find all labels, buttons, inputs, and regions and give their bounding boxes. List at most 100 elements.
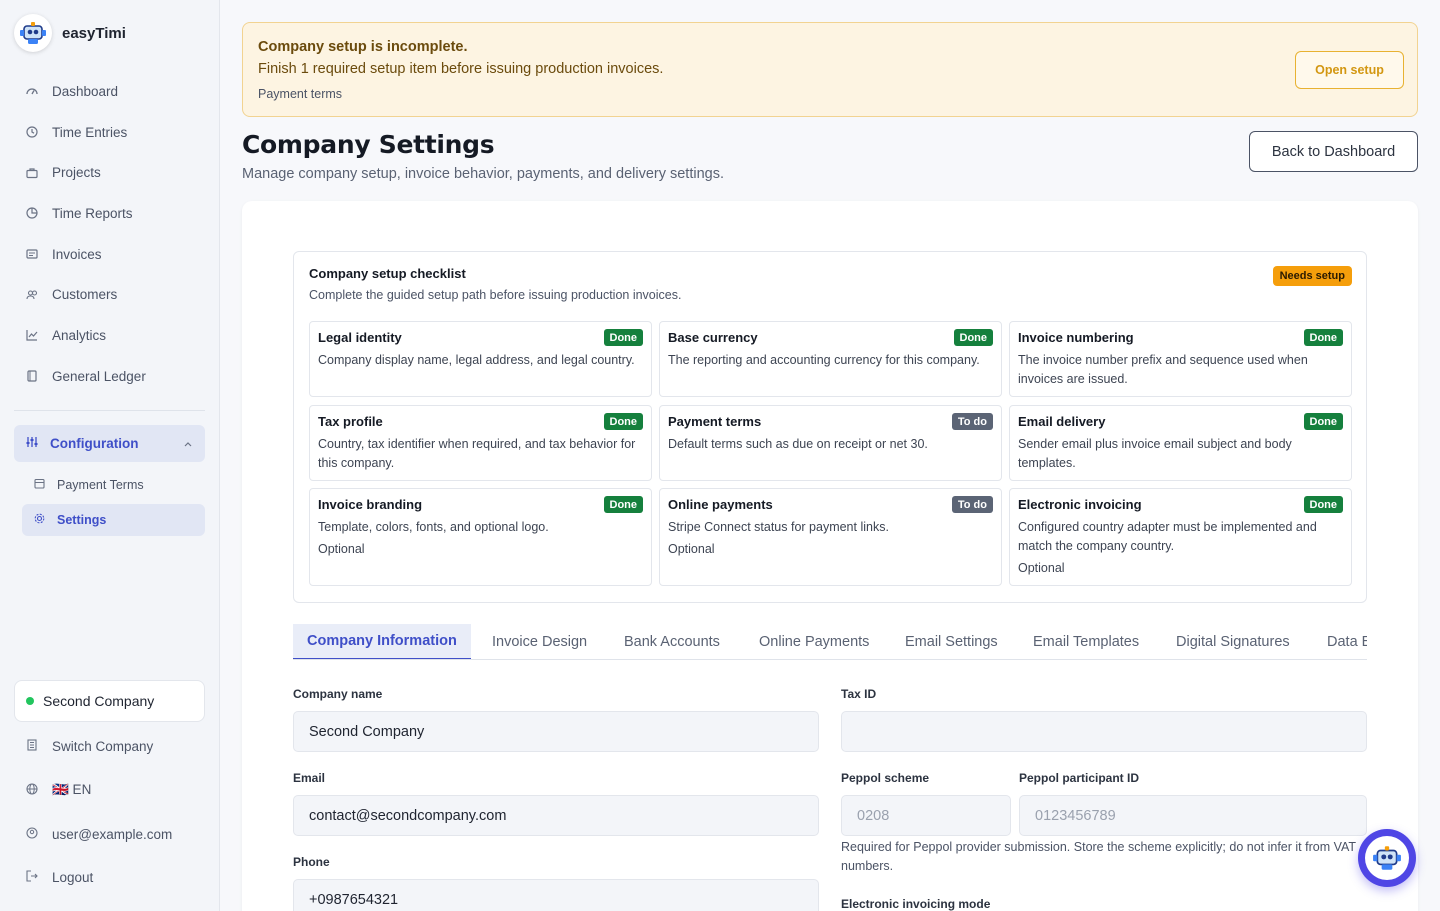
- globe-icon: [26, 782, 38, 798]
- briefcase-icon: [26, 167, 38, 179]
- logout-icon: [26, 869, 38, 885]
- company-name: Second Company: [43, 693, 155, 709]
- einvoicing-mode-label: Electronic invoicing mode: [841, 897, 991, 911]
- item-title: Invoice numbering: [1018, 330, 1134, 345]
- item-description: The reporting and accounting currency fo…: [668, 353, 980, 367]
- item-description: The invoice number prefix and sequence u…: [1018, 353, 1308, 386]
- banner-text: Finish 1 required setup item before issu…: [258, 61, 664, 77]
- peppol-participant-id-label: Peppol participant ID: [1019, 771, 1140, 785]
- item-title: Payment terms: [668, 414, 762, 429]
- status-badge: Done: [953, 329, 993, 346]
- logout-button[interactable]: Logout: [14, 859, 205, 895]
- language-label: 🇬🇧 EN: [52, 782, 92, 797]
- chart-line-icon: [26, 329, 38, 342]
- tab-email-settings[interactable]: Email Settings: [905, 624, 998, 659]
- tab-digital-signatures[interactable]: Digital Signatures: [1176, 624, 1290, 659]
- tab-bank-accounts[interactable]: Bank Accounts: [624, 624, 720, 659]
- switch-company-button[interactable]: Switch Company: [14, 728, 205, 764]
- settings-tabs: Company Information Invoice Design Bank …: [293, 624, 1367, 660]
- item-title: Base currency: [668, 330, 758, 345]
- sidebar-item-time-entries[interactable]: Time Entries: [14, 112, 205, 153]
- language-selector[interactable]: 🇬🇧 EN: [14, 772, 205, 808]
- gear-icon: [34, 513, 45, 527]
- sidebar-item-label: Projects: [52, 165, 101, 181]
- book-icon: [26, 370, 38, 382]
- sidebar-item-settings[interactable]: Settings: [22, 504, 205, 536]
- checklist-subtitle: Complete the guided setup path before is…: [309, 288, 682, 302]
- sidebar-item-configuration[interactable]: Configuration: [14, 425, 205, 462]
- checklist-item-invoice-branding[interactable]: Invoice branding Done Template, colors, …: [309, 488, 652, 586]
- sidebar-item-payment-terms[interactable]: Payment Terms: [22, 469, 205, 501]
- sidebar-item-label: Time Entries: [52, 124, 128, 140]
- assistant-button[interactable]: [1358, 829, 1416, 887]
- optional-label: Optional: [668, 542, 715, 556]
- item-description: Default terms such as due on receipt or …: [668, 437, 928, 451]
- peppol-participant-id-input[interactable]: 0123456789: [1019, 795, 1367, 836]
- item-title: Legal identity: [318, 330, 402, 345]
- switch-company-label: Switch Company: [52, 738, 154, 754]
- email-input[interactable]: contact@secondcompany.com: [293, 795, 819, 836]
- company-name-label: Company name: [293, 687, 383, 701]
- open-setup-button[interactable]: Open setup: [1295, 51, 1404, 89]
- tab-email-templates[interactable]: Email Templates: [1033, 624, 1139, 659]
- sliders-icon: [26, 436, 38, 451]
- status-dot: [26, 697, 34, 705]
- sidebar-item-general-ledger[interactable]: General Ledger: [14, 356, 205, 397]
- sidebar-item-time-reports[interactable]: Time Reports: [14, 193, 205, 234]
- status-badge: Done: [1303, 413, 1343, 430]
- logout-label: Logout: [52, 869, 94, 885]
- checklist-item-email-delivery[interactable]: Email delivery Done Sender email plus in…: [1009, 405, 1352, 481]
- current-company[interactable]: Second Company: [14, 680, 205, 722]
- phone-input[interactable]: +0987654321: [293, 879, 819, 911]
- invoice-icon: [26, 248, 38, 260]
- status-badge: Done: [603, 496, 643, 513]
- chevron-up-icon: [183, 437, 193, 452]
- status-badge: Needs setup: [1272, 266, 1352, 286]
- sidebar-item-label: Dashboard: [52, 83, 119, 99]
- user-circle-icon: [26, 826, 38, 842]
- checklist-item-invoice-numbering[interactable]: Invoice numbering Done The invoice numbe…: [1009, 321, 1352, 397]
- sidebar-item-customers[interactable]: Customers: [14, 274, 205, 315]
- item-title: Invoice branding: [318, 497, 423, 512]
- sidebar-item-label: Customers: [52, 287, 118, 303]
- nav-divider: [14, 410, 205, 411]
- page-title: Company Settings: [242, 130, 495, 159]
- tab-invoice-design[interactable]: Invoice Design: [492, 624, 587, 659]
- setup-checklist: Company setup checklist Complete the gui…: [293, 251, 1367, 603]
- checklist-item-tax-profile[interactable]: Tax profile Done Country, tax identifier…: [309, 405, 652, 481]
- peppol-scheme-label: Peppol scheme: [841, 771, 930, 785]
- sidebar-item-analytics[interactable]: Analytics: [14, 315, 205, 356]
- pie-chart-icon: [26, 207, 38, 220]
- checklist-item-online-payments[interactable]: Online payments To do Stripe Connect sta…: [659, 488, 1002, 586]
- tab-online-payments[interactable]: Online Payments: [759, 624, 869, 659]
- tab-data-export[interactable]: Data Export: [1327, 624, 1367, 659]
- checklist-item-legal-identity[interactable]: Legal identity Done Company display name…: [309, 321, 652, 397]
- sidebar-item-label: Invoices: [52, 246, 102, 262]
- status-badge: To do: [951, 496, 993, 513]
- sidebar-item-projects[interactable]: Projects: [14, 152, 205, 193]
- phone-label: Phone: [293, 855, 330, 869]
- checklist-item-electronic-invoicing[interactable]: Electronic invoicing Done Configured cou…: [1009, 488, 1352, 586]
- tab-company-information[interactable]: Company Information: [293, 624, 471, 659]
- peppol-scheme-input[interactable]: 0208: [841, 795, 1011, 836]
- sidebar-item-label: Time Reports: [52, 205, 133, 221]
- dashboard-icon: [26, 85, 38, 97]
- item-title: Tax profile: [318, 414, 383, 429]
- item-description: Stripe Connect status for payment links.: [668, 520, 889, 534]
- status-badge: Done: [603, 329, 643, 346]
- tax-id-input[interactable]: [841, 711, 1367, 752]
- page-subtitle: Manage company setup, invoice behavior, …: [242, 166, 724, 182]
- back-to-dashboard-button[interactable]: Back to Dashboard: [1249, 131, 1418, 172]
- sidebar-item-invoices[interactable]: Invoices: [14, 234, 205, 275]
- checklist-item-payment-terms[interactable]: Payment terms To do Default terms such a…: [659, 405, 1002, 481]
- company-name-input[interactable]: Second Company: [293, 711, 819, 752]
- item-title: Online payments: [668, 497, 773, 512]
- user-menu[interactable]: user@example.com: [14, 816, 205, 852]
- item-description: Configured country adapter must be imple…: [1018, 520, 1317, 553]
- item-description: Country, tax identifier when required, a…: [318, 437, 636, 470]
- brand[interactable]: easyTimi: [14, 14, 126, 52]
- sidebar-item-dashboard[interactable]: Dashboard: [14, 71, 205, 112]
- sidebar: easyTimi Dashboard Time Entries Projects…: [0, 0, 220, 911]
- checklist-item-base-currency[interactable]: Base currency Done The reporting and acc…: [659, 321, 1002, 397]
- item-description: Sender email plus invoice email subject …: [1018, 437, 1292, 470]
